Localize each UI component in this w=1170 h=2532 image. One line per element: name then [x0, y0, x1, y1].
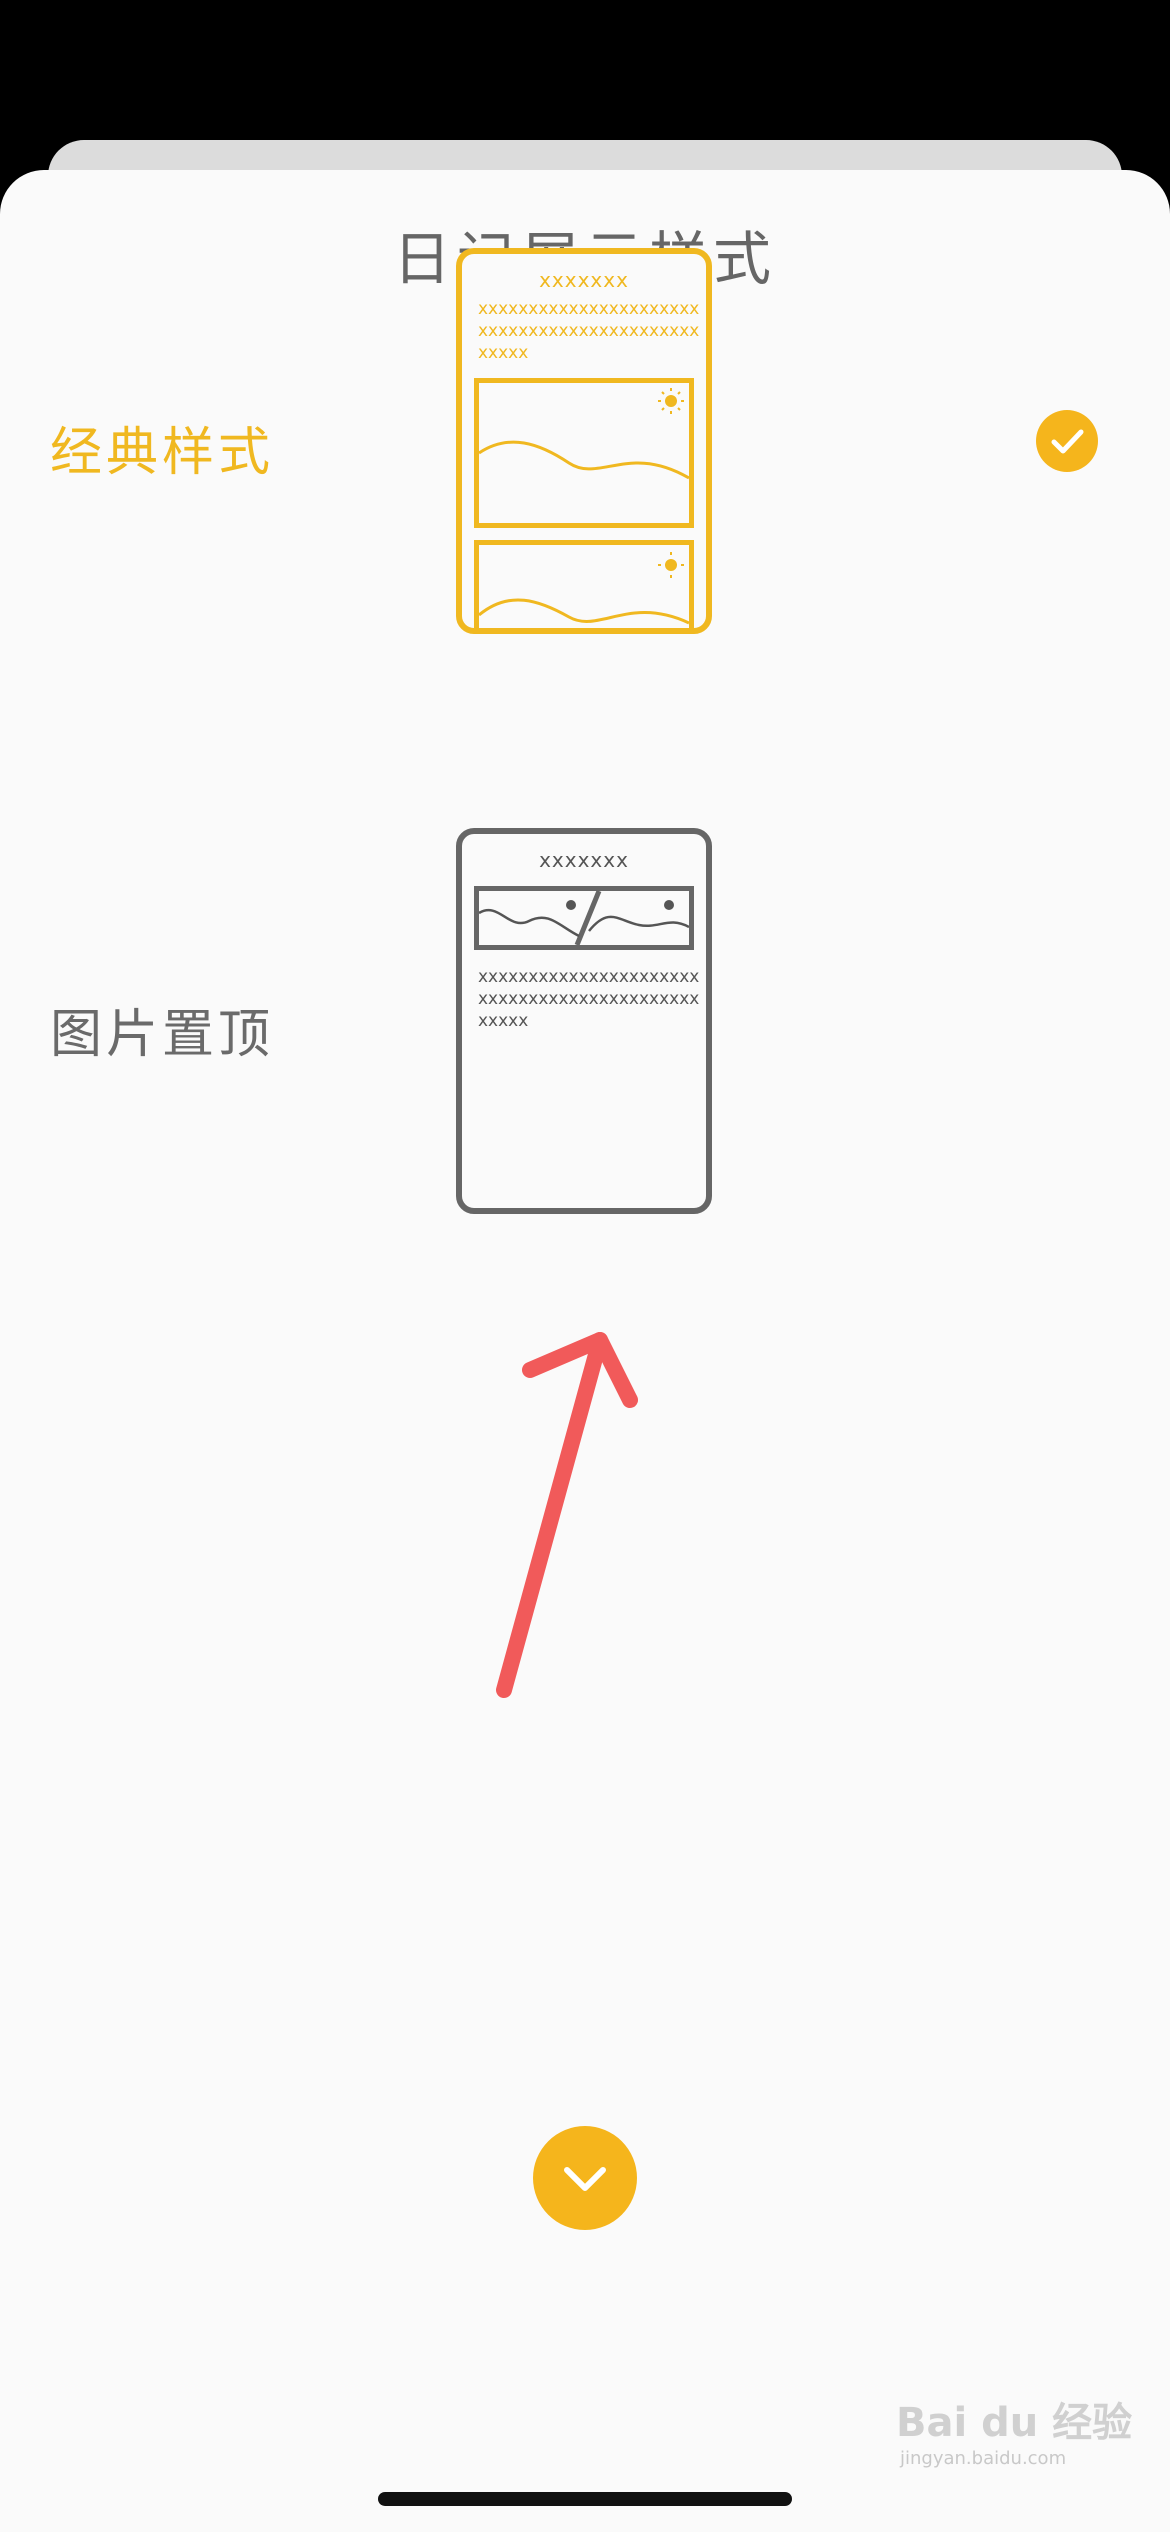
- option-picture-top-label[interactable]: 图片置顶: [50, 992, 274, 1067]
- option-classic-label[interactable]: 经典样式: [50, 410, 274, 485]
- preview-image-strip: [474, 886, 694, 950]
- home-indicator: [378, 2492, 792, 2506]
- landscape-icon: [478, 388, 690, 480]
- preview-title: xxxxxxx: [539, 848, 629, 872]
- option-picture-top-preview[interactable]: xxxxxxx xxxxxxxxxxxxxxxxxxxxxxxxxxxxxxxx…: [456, 828, 712, 1214]
- sun-icon: [566, 900, 576, 910]
- sun-icon: [665, 559, 677, 571]
- option-classic-preview[interactable]: xxxxxxx xxxxxxxxxxxxxxxxxxxxxxxxxxxxxxxx…: [456, 248, 712, 634]
- annotation-arrow-icon: [496, 1332, 638, 1698]
- screen: 日记展示样式 经典样式 xxxxxxx xxxxxxxxxxxxxxxxxxxx…: [0, 0, 1170, 2532]
- confirm-button[interactable]: [533, 2126, 637, 2230]
- preview-image: [474, 378, 694, 528]
- sun-icon: [665, 395, 677, 407]
- preview-text: xxxxxxxxxxxxxxxxxxxxxxxxxxxxxxxxxxxxxxxx…: [478, 299, 700, 363]
- watermark-logo: Bai du 经验: [896, 2400, 1133, 2446]
- sun-icon: [664, 900, 674, 910]
- preview-image: [474, 540, 694, 628]
- chevron-down-icon: [564, 2167, 606, 2191]
- landscape-icon: [478, 552, 690, 625]
- landscape-icon: [478, 890, 690, 946]
- watermark-url: jingyan.baidu.com: [900, 2448, 1067, 2469]
- preview-text: xxxxxxxxxxxxxxxxxxxxxxxxxxxxxxxxxxxxxxxx…: [478, 967, 700, 1031]
- preview-title: xxxxxxx: [539, 268, 629, 292]
- selected-check-icon: [1036, 410, 1098, 472]
